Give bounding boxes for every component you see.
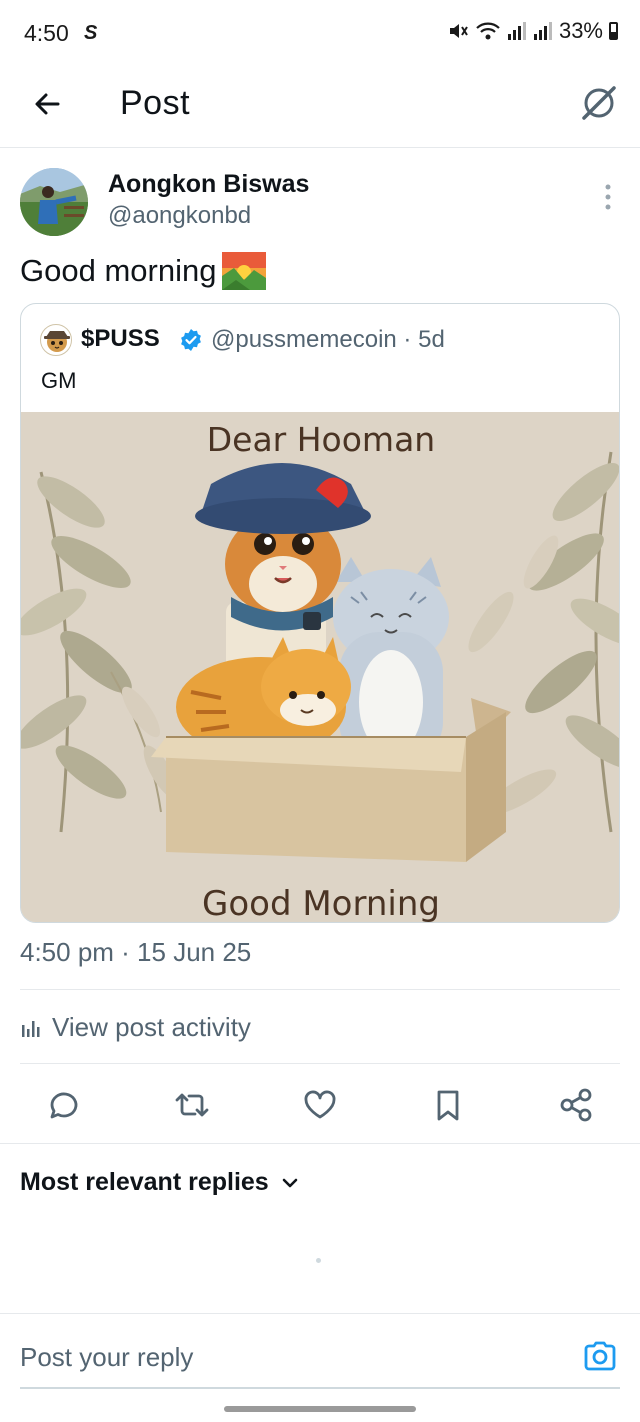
grok-icon[interactable]	[578, 82, 620, 124]
view-post-activity-label: View post activity	[52, 1012, 251, 1042]
divider	[20, 1063, 620, 1064]
camera-icon[interactable]	[582, 1338, 618, 1374]
quote-image[interactable]: Dear Hooman Good Morning	[21, 412, 619, 923]
status-time: 4:50	[24, 20, 69, 46]
cat-logo-icon	[44, 331, 70, 352]
more-options-icon[interactable]	[600, 182, 616, 212]
bookmark-icon[interactable]	[428, 1085, 468, 1125]
divider	[20, 989, 620, 990]
mute-icon	[449, 24, 468, 38]
reply-input[interactable]	[20, 1342, 540, 1373]
battery-percent: 33%	[558, 18, 603, 43]
like-icon[interactable]	[300, 1085, 340, 1125]
image-bottom-text: Good Morning	[202, 884, 440, 923]
signal-icon	[533, 22, 552, 40]
home-indicator[interactable]	[224, 1406, 416, 1412]
share-icon[interactable]	[556, 1085, 596, 1125]
author-name[interactable]: Aongkon Biswas	[108, 170, 309, 199]
quoted-post[interactable]: $PUSS @pussmemecoin · 5d GM Dear Hooman …	[20, 303, 620, 923]
post-timestamp: 4:50 pm · 15 Jun 25	[20, 937, 252, 967]
sunrise-icon	[222, 252, 267, 290]
image-top-text: Dear Hooman	[206, 420, 436, 459]
top-nav: Post	[0, 66, 640, 148]
quote-avatar[interactable]	[40, 324, 72, 356]
post-text: Good morning	[20, 253, 217, 288]
divider	[0, 1143, 640, 1144]
replies-sort-label: Most relevant replies	[20, 1168, 269, 1196]
battery-icon	[609, 22, 618, 40]
reply-bar	[0, 1313, 640, 1389]
chevron-down-icon	[282, 1178, 298, 1187]
loading-indicator	[316, 1258, 321, 1263]
quote-author-name: $PUSS	[81, 325, 160, 352]
reply-input-underline	[20, 1387, 620, 1389]
page-title: Post	[120, 84, 191, 122]
reply-icon[interactable]	[44, 1085, 84, 1125]
status-bar: 4:50 S 33%	[0, 0, 640, 66]
signal-icon	[507, 22, 526, 40]
avatar-photo	[20, 168, 88, 236]
analytics-icon	[22, 1020, 40, 1037]
view-post-activity[interactable]: View post activity	[20, 1012, 251, 1043]
post-text-row: Good morning	[20, 252, 267, 290]
wifi-icon	[476, 22, 500, 40]
replies-sort-dropdown[interactable]: Most relevant replies	[20, 1168, 299, 1197]
quote-handle-time: @pussmemecoin · 5d	[211, 326, 445, 353]
verified-badge-icon	[181, 329, 201, 351]
cats-in-box-illustration	[21, 412, 619, 922]
action-bar	[0, 1075, 640, 1135]
quote-text: GM	[41, 368, 77, 393]
arrow-left-icon[interactable]	[28, 84, 68, 124]
avatar[interactable]	[20, 168, 88, 236]
author-handle[interactable]: @aongkonbd	[108, 202, 251, 230]
status-icons: 33%	[447, 18, 618, 44]
repost-icon[interactable]	[172, 1085, 212, 1125]
carrier-icon: S	[84, 22, 98, 44]
